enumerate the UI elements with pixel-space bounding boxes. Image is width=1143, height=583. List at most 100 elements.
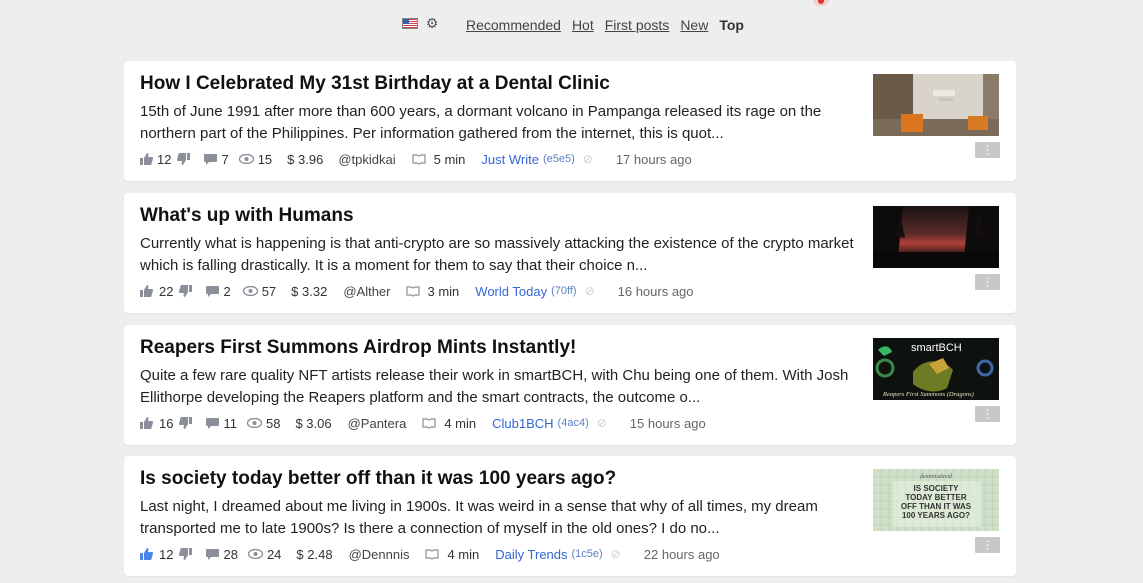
post-meta: 12 28 24 $ 2.48 @Dennnis 4 min Daily Tre… xyxy=(140,545,720,563)
like-count: 22 xyxy=(159,283,174,299)
eye-icon xyxy=(242,286,258,296)
author-link[interactable]: @Dennnis xyxy=(349,547,410,562)
eye-icon xyxy=(247,549,263,559)
block-icon[interactable]: ⊘ xyxy=(585,284,595,298)
post-card: Reapers First Summons Airdrop Mints Inst… xyxy=(124,325,1016,445)
thumbs-up-icon[interactable] xyxy=(140,285,153,297)
community-code: (1c5e) xyxy=(571,548,603,560)
gear-icon[interactable]: ⚙ xyxy=(425,16,439,30)
tab-recommended[interactable]: Recommended xyxy=(466,16,561,34)
thumbs-up-icon[interactable] xyxy=(140,417,153,429)
thumbs-down-icon[interactable] xyxy=(179,285,193,297)
notification-mark-icon xyxy=(813,0,829,6)
comment-count: 28 xyxy=(223,546,238,562)
reading-time-icon xyxy=(405,285,420,297)
post-title[interactable]: What's up with Humans xyxy=(140,205,860,227)
view-count: 24 xyxy=(266,546,282,562)
earnings: $ 3.32 xyxy=(291,283,328,299)
post-time: 16 hours ago xyxy=(617,283,694,299)
comment-icon[interactable] xyxy=(204,153,218,165)
author-link[interactable]: @tpkidkai xyxy=(338,152,395,167)
thumbnail-line-3: OFF THAN IT WAS xyxy=(901,502,972,511)
thumbs-up-icon[interactable] xyxy=(140,153,153,165)
like-count: 16 xyxy=(159,415,174,431)
thumbs-down-icon[interactable] xyxy=(179,417,193,429)
comment-count: 2 xyxy=(223,283,231,299)
tab-new[interactable]: New xyxy=(680,16,708,34)
view-count: 15 xyxy=(257,151,273,167)
comment-count: 11 xyxy=(223,415,237,431)
post-meta: 12 7 15 $ 3.96 @tpkidkai 5 min Just Writ… xyxy=(140,150,692,168)
community-link[interactable]: Just Write xyxy=(481,152,539,167)
block-icon[interactable]: ⊘ xyxy=(583,152,593,166)
sort-tabs: Recommended Hot First posts New Top xyxy=(466,16,744,34)
comment-icon[interactable] xyxy=(206,548,220,560)
post-meta: 16 11 58 $ 3.06 @Pantera 4 min Club1BCH … xyxy=(140,414,706,432)
post-excerpt: 15th of June 1991 after more than 600 ye… xyxy=(140,103,822,142)
thumbs-up-icon[interactable] xyxy=(140,548,153,560)
thumbs-down-icon[interactable] xyxy=(179,548,193,560)
post-thumbnail[interactable]: dennnisdavid IS SOCIETY TODAY BETTER OFF… xyxy=(873,469,999,531)
read-time: 4 min xyxy=(444,415,477,431)
community-link[interactable]: Daily Trends xyxy=(495,547,567,562)
community-code: (e5e5) xyxy=(542,153,575,165)
tab-hot[interactable]: Hot xyxy=(572,16,594,34)
post-card: How I Celebrated My 31st Birthday at a D… xyxy=(124,61,1016,181)
post-card: Is society today better off than it was … xyxy=(124,456,1016,576)
post-card: What's up with Humans Currently what is … xyxy=(124,193,1016,313)
more-options-button[interactable]: ⋮ xyxy=(975,274,1000,290)
view-count: 57 xyxy=(261,283,277,299)
thumbnail-line-2: TODAY BETTER xyxy=(905,493,966,502)
community-code: (4ac4) xyxy=(557,417,589,429)
eye-icon xyxy=(246,418,262,428)
thumbnail-caption: Reapers First Summons (Dragons) xyxy=(882,391,974,398)
tab-first-posts[interactable]: First posts xyxy=(605,16,670,34)
earnings: $ 3.96 xyxy=(287,151,324,167)
block-icon[interactable]: ⊘ xyxy=(611,547,621,561)
post-excerpt: Last night, I dreamed about me living in… xyxy=(140,498,818,537)
community-link[interactable]: Club1BCH xyxy=(492,416,553,431)
post-excerpt: Quite a few rare quality NFT artists rel… xyxy=(140,367,849,406)
post-time: 17 hours ago xyxy=(615,151,692,167)
read-time: 4 min xyxy=(447,546,480,562)
reading-time-icon xyxy=(425,548,440,560)
post-title[interactable]: Reapers First Summons Airdrop Mints Inst… xyxy=(140,337,860,359)
earnings: $ 2.48 xyxy=(296,546,333,562)
view-count: 58 xyxy=(265,415,281,431)
community-link[interactable]: World Today xyxy=(475,284,547,299)
thumbnail-handle: dennnisdavid xyxy=(920,474,953,480)
comment-count: 7 xyxy=(221,151,229,167)
thumbnail-brand: smartBCH xyxy=(911,342,962,354)
thumbnail-line-4: 100 YEARS AGO? xyxy=(902,511,970,520)
top-nav: ⚙ Recommended Hot First posts New Top xyxy=(0,0,1143,50)
read-time: 5 min xyxy=(433,151,466,167)
post-title[interactable]: Is society today better off than it was … xyxy=(140,468,860,490)
more-options-button[interactable]: ⋮ xyxy=(975,406,1000,422)
post-thumbnail[interactable]: smartBCH Reapers First Summons (Dragons) xyxy=(873,338,999,400)
comment-icon[interactable] xyxy=(206,417,220,429)
comment-icon[interactable] xyxy=(206,285,220,297)
us-flag-icon[interactable] xyxy=(402,18,418,29)
reading-time-icon xyxy=(412,153,426,165)
read-time: 3 min xyxy=(427,283,460,299)
tab-top[interactable]: Top xyxy=(719,16,744,34)
more-options-button[interactable]: ⋮ xyxy=(975,537,1000,553)
post-thumbnail[interactable] xyxy=(873,74,999,136)
post-thumbnail[interactable] xyxy=(873,206,999,268)
earnings: $ 3.06 xyxy=(295,415,332,431)
post-title[interactable]: How I Celebrated My 31st Birthday at a D… xyxy=(140,73,860,95)
thumbs-down-icon[interactable] xyxy=(177,153,191,165)
thumbnail-line-1: IS SOCIETY xyxy=(914,484,960,493)
community-code: (70ff) xyxy=(551,285,577,297)
post-time: 15 hours ago xyxy=(629,415,706,431)
post-time: 22 hours ago xyxy=(643,546,720,562)
reading-time-icon xyxy=(422,417,436,429)
eye-icon xyxy=(238,154,254,164)
post-meta: 22 2 57 $ 3.32 @Alther 3 min World Today… xyxy=(140,282,694,300)
author-link[interactable]: @Alther xyxy=(343,284,390,299)
like-count: 12 xyxy=(157,151,172,167)
author-link[interactable]: @Pantera xyxy=(348,416,407,431)
like-count: 12 xyxy=(159,546,174,562)
more-options-button[interactable]: ⋮ xyxy=(975,142,1000,158)
block-icon[interactable]: ⊘ xyxy=(597,416,607,430)
